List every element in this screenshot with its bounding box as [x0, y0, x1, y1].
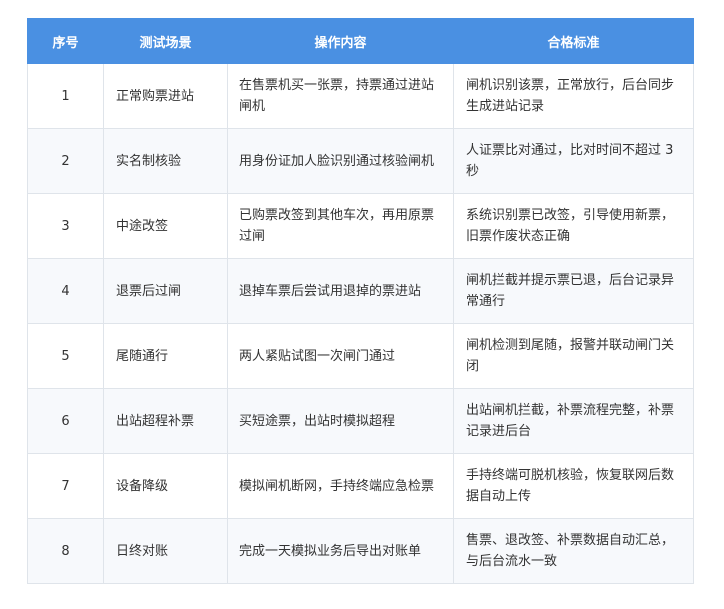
cell-operation: 模拟闸机断网，手持终端应急检票 — [227, 453, 454, 519]
cell-operation: 退掉车票后尝试用退掉的票进站 — [227, 258, 454, 324]
cell-standard: 系统识别票已改签，引导使用新票，旧票作废状态正确 — [453, 193, 694, 259]
header-operation: 操作内容 — [227, 18, 454, 64]
cell-index: 4 — [27, 258, 104, 324]
cell-scene: 中途改签 — [103, 193, 228, 259]
test-table-container: 序号 测试场景 操作内容 合格标准 1 正常购票进站 在售票机买一张票，持票通过… — [27, 18, 694, 584]
cell-operation: 两人紧贴试图一次闸门通过 — [227, 323, 454, 389]
cell-standard: 闸机识别该票，正常放行，后台同步生成进站记录 — [453, 63, 694, 129]
table-row: 5 尾随通行 两人紧贴试图一次闸门通过 闸机检测到尾随，报警并联动闸门关闭 — [27, 323, 694, 389]
table-row: 2 实名制核验 用身份证加人脸识别通过核验闸机 人证票比对通过，比对时间不超过 … — [27, 128, 694, 194]
table-row: 1 正常购票进站 在售票机买一张票，持票通过进站闸机 闸机识别该票，正常放行，后… — [27, 63, 694, 129]
table-row: 8 日终对账 完成一天模拟业务后导出对账单 售票、退改签、补票数据自动汇总，与后… — [27, 518, 694, 584]
cell-operation: 买短途票，出站时模拟超程 — [227, 388, 454, 454]
header-standard: 合格标准 — [453, 18, 694, 64]
cell-standard: 闸机拦截并提示票已退，后台记录异常通行 — [453, 258, 694, 324]
table-row: 7 设备降级 模拟闸机断网，手持终端应急检票 手持终端可脱机核验，恢复联网后数据… — [27, 453, 694, 519]
header-row: 序号 测试场景 操作内容 合格标准 — [27, 18, 694, 64]
table-body: 1 正常购票进站 在售票机买一张票，持票通过进站闸机 闸机识别该票，正常放行，后… — [27, 63, 694, 584]
cell-index: 7 — [27, 453, 104, 519]
cell-operation: 已购票改签到其他车次，再用原票过闸 — [227, 193, 454, 259]
cell-standard: 手持终端可脱机核验，恢复联网后数据自动上传 — [453, 453, 694, 519]
table-header: 序号 测试场景 操作内容 合格标准 — [27, 18, 694, 64]
cell-index: 1 — [27, 63, 104, 129]
test-scenario-table: 序号 测试场景 操作内容 合格标准 1 正常购票进站 在售票机买一张票，持票通过… — [27, 18, 694, 584]
cell-scene: 尾随通行 — [103, 323, 228, 389]
cell-scene: 日终对账 — [103, 518, 228, 584]
cell-standard: 闸机检测到尾随，报警并联动闸门关闭 — [453, 323, 694, 389]
cell-index: 5 — [27, 323, 104, 389]
cell-scene: 设备降级 — [103, 453, 228, 519]
cell-operation: 用身份证加人脸识别通过核验闸机 — [227, 128, 454, 194]
cell-index: 2 — [27, 128, 104, 194]
cell-scene: 退票后过闸 — [103, 258, 228, 324]
cell-index: 3 — [27, 193, 104, 259]
table-row: 4 退票后过闸 退掉车票后尝试用退掉的票进站 闸机拦截并提示票已退，后台记录异常… — [27, 258, 694, 324]
cell-scene: 出站超程补票 — [103, 388, 228, 454]
cell-standard: 售票、退改签、补票数据自动汇总，与后台流水一致 — [453, 518, 694, 584]
header-index: 序号 — [27, 18, 104, 64]
table-row: 6 出站超程补票 买短途票，出站时模拟超程 出站闸机拦截，补票流程完整，补票记录… — [27, 388, 694, 454]
table-row: 3 中途改签 已购票改签到其他车次，再用原票过闸 系统识别票已改签，引导使用新票… — [27, 193, 694, 259]
cell-index: 6 — [27, 388, 104, 454]
cell-standard: 出站闸机拦截，补票流程完整，补票记录进后台 — [453, 388, 694, 454]
cell-scene: 实名制核验 — [103, 128, 228, 194]
cell-operation: 完成一天模拟业务后导出对账单 — [227, 518, 454, 584]
cell-index: 8 — [27, 518, 104, 584]
cell-operation: 在售票机买一张票，持票通过进站闸机 — [227, 63, 454, 129]
header-scene: 测试场景 — [103, 18, 228, 64]
cell-standard: 人证票比对通过，比对时间不超过 3 秒 — [453, 128, 694, 194]
cell-scene: 正常购票进站 — [103, 63, 228, 129]
